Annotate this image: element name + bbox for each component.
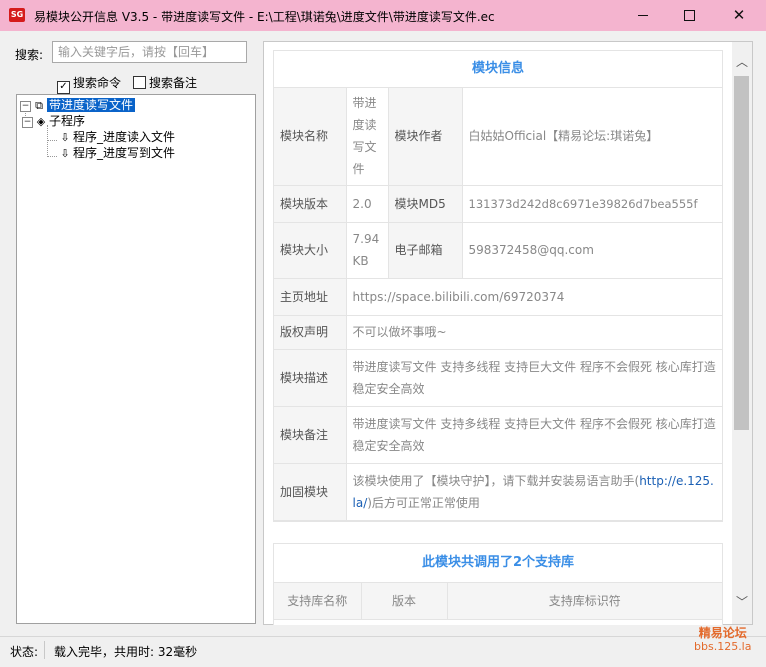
watermark: 精易论坛 bbs.125.la xyxy=(694,626,751,654)
tree-folder-node[interactable]: − ◈ 子程序 xyxy=(22,113,85,129)
module-icon: ⧉ xyxy=(35,99,43,112)
name-value: 带进度读写文件 xyxy=(345,88,389,186)
tree-root-node[interactable]: − ⧉ 带进度读写文件 xyxy=(20,97,136,113)
protect-label: 加固模块 xyxy=(274,462,347,521)
lib-name-header: 支持库名称 xyxy=(274,583,362,620)
module-tree[interactable]: − ⧉ 带进度读写文件 − ◈ 子程序 ⇩ 程序_进度读入文件 ⇩ 程序_进度写到文件 xyxy=(16,94,256,624)
lib-version-header: 版本 xyxy=(360,583,448,620)
checkbox-checked-icon: ✓ xyxy=(57,81,70,94)
status-bar: 状态: 载入完毕，共用时: 32毫秒 xyxy=(0,636,766,667)
search-command-checkbox[interactable]: ✓ 搜索命令 xyxy=(57,74,121,94)
tree-root-label: 带进度读写文件 xyxy=(47,98,136,112)
scroll-thumb[interactable] xyxy=(734,76,749,430)
search-note-label: 搜索备注 xyxy=(149,76,198,90)
status-text: 载入完毕，共用时: 32毫秒 xyxy=(54,645,198,659)
note-label: 模块备注 xyxy=(274,405,347,464)
tree-leaf-label: 程序_进度读入文件 xyxy=(73,130,176,144)
lib-id-header: 支持库标识符 xyxy=(446,583,722,620)
watermark-url: bbs.125.la xyxy=(694,640,752,653)
app-icon: SG xyxy=(9,8,25,22)
collapse-icon[interactable]: − xyxy=(22,117,33,128)
author-label: 模块作者 xyxy=(387,88,463,186)
size-value: 7.94 KB xyxy=(345,221,389,279)
close-icon: ✕ xyxy=(732,6,746,24)
vertical-scrollbar[interactable]: ︿ ﹀ xyxy=(732,42,752,624)
module-info-card: 模块信息 模块名称 带进度读写文件 模块作者 白姑姑Official【精易论坛:… xyxy=(273,50,723,522)
minimize-button[interactable] xyxy=(620,0,666,31)
search-input[interactable]: 输入关键字后，请按【回车】 xyxy=(52,41,247,63)
tree-leaf-node[interactable]: ⇩ 程序_进度写到文件 xyxy=(57,145,175,161)
subroutine-icon: ⇩ xyxy=(60,131,70,144)
window-title: 易模块公开信息 V3.5 - 带进度读写文件 - E:\工程\琪诺兔\进度文件\… xyxy=(34,10,495,24)
minimize-icon xyxy=(638,14,648,16)
maximize-button[interactable] xyxy=(666,0,712,31)
search-command-label: 搜索命令 xyxy=(73,76,122,90)
homepage-label: 主页地址 xyxy=(274,277,347,316)
email-value: 598372458@qq.com xyxy=(461,221,722,279)
close-button[interactable]: ✕ xyxy=(716,0,762,31)
protect-suffix: )后方可正常正常使用 xyxy=(367,495,480,510)
module-info-title: 模块信息 xyxy=(274,51,722,88)
author-value: 白姑姑Official【精易论坛:琪诺兔】 xyxy=(461,88,722,186)
note-value: 带进度读写文件 支持多线程 支持巨大文件 程序不会假死 核心库打造 稳定安全高效 xyxy=(345,405,722,464)
support-libs-title: 此模块共调用了2个支持库 xyxy=(274,544,722,583)
search-note-checkbox[interactable]: 搜索备注 xyxy=(133,74,197,91)
name-label: 模块名称 xyxy=(274,88,347,186)
maximize-icon xyxy=(683,9,695,21)
homepage-link[interactable]: https://space.bilibili.com/69720374 xyxy=(345,277,722,316)
status-label: 状态: xyxy=(10,645,39,659)
status-separator xyxy=(44,641,45,659)
size-label: 模块大小 xyxy=(274,221,347,279)
protect-prefix: 该模块使用了【模块守护】，请下载并安装易语言助手( xyxy=(352,473,640,488)
scroll-up-icon[interactable]: ︿ xyxy=(732,52,752,72)
collapse-icon[interactable]: − xyxy=(20,101,31,112)
copyright-label: 版权声明 xyxy=(274,314,347,350)
version-label: 模块版本 xyxy=(274,184,347,223)
checkbox-unchecked-icon xyxy=(133,76,146,89)
title-bar: SG 易模块公开信息 V3.5 - 带进度读写文件 - E:\工程\琪诺兔\进度… xyxy=(0,0,766,31)
scroll-down-icon[interactable]: ﹀ xyxy=(732,592,752,612)
md5-value: 131373d242d8c6971e39826d7bea555f xyxy=(461,184,722,223)
copyright-value: 不可以做坏事哦~ xyxy=(345,314,722,350)
version-value: 2.0 xyxy=(345,184,389,223)
md5-label: 模块MD5 xyxy=(387,184,463,223)
support-libs-table: 支持库名称 版本 支持库标识符 xyxy=(274,583,722,620)
support-libs-card: 此模块共调用了2个支持库 支持库名称 版本 支持库标识符 xyxy=(273,543,723,625)
email-label: 电子邮箱 xyxy=(387,221,463,279)
module-info-table: 模块名称 带进度读写文件 模块作者 白姑姑Official【精易论坛:琪诺兔】 … xyxy=(274,88,722,521)
search-label: 搜索: xyxy=(15,48,44,62)
tree-leaf-node[interactable]: ⇩ 程序_进度读入文件 xyxy=(57,129,175,145)
subroutine-icon: ⇩ xyxy=(60,147,70,160)
layers-icon: ◈ xyxy=(36,115,46,128)
protect-value: 该模块使用了【模块守护】，请下载并安装易语言助手(http://e.125.la… xyxy=(345,462,722,521)
description-value: 带进度读写文件 支持多线程 支持巨大文件 程序不会假死 核心库打造 稳定安全高效 xyxy=(345,348,722,407)
tree-leaf-label: 程序_进度写到文件 xyxy=(73,146,176,160)
description-label: 模块描述 xyxy=(274,348,347,407)
watermark-name: 精易论坛 xyxy=(698,626,747,640)
tree-folder-label: 子程序 xyxy=(49,114,86,128)
